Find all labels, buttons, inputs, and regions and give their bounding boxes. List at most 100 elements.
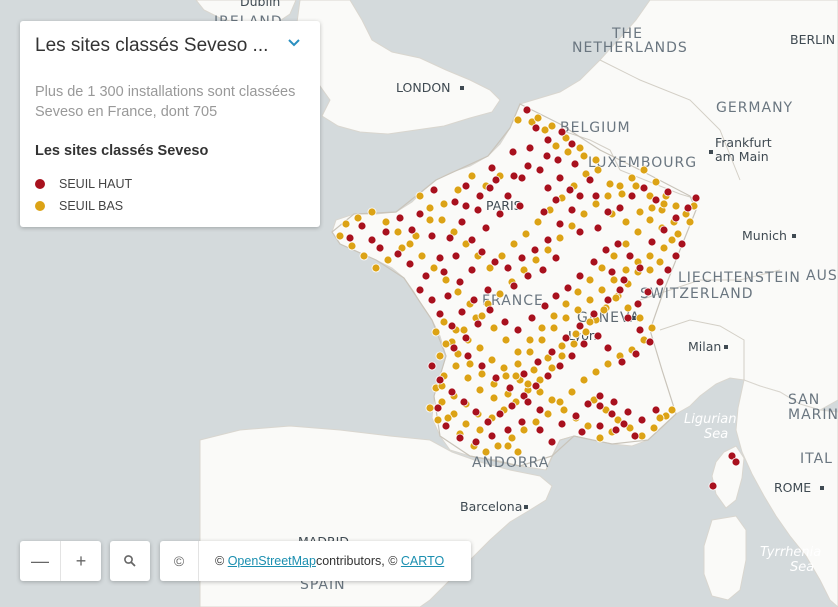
seveso-site-seuil-haut[interactable] (607, 267, 617, 277)
osm-link[interactable]: OpenStreetMap (228, 554, 316, 568)
seveso-site-seuil-haut[interactable] (522, 105, 532, 115)
seveso-site-seuil-haut[interactable] (500, 317, 510, 327)
seveso-site-seuil-haut[interactable] (708, 481, 718, 491)
seveso-site-seuil-bas[interactable] (335, 231, 345, 241)
seveso-site-seuil-bas[interactable] (547, 121, 557, 131)
seveso-site-seuil-haut[interactable] (547, 437, 557, 447)
seveso-site-seuil-haut[interactable] (567, 205, 577, 215)
seveso-site-seuil-haut[interactable] (427, 295, 437, 305)
seveso-site-seuil-bas[interactable] (561, 299, 571, 309)
seveso-site-seuil-haut[interactable] (677, 239, 687, 249)
seveso-site-seuil-bas[interactable] (467, 171, 477, 181)
seveso-site-seuil-bas[interactable] (591, 367, 601, 377)
seveso-site-seuil-haut[interactable] (565, 185, 575, 195)
seveso-site-seuil-haut[interactable] (459, 397, 469, 407)
seveso-site-seuil-bas[interactable] (415, 191, 425, 201)
seveso-site-seuil-haut[interactable] (495, 409, 505, 419)
seveso-site-seuil-bas[interactable] (359, 251, 369, 261)
seveso-site-seuil-bas[interactable] (463, 373, 473, 383)
seveso-site-seuil-haut[interactable] (543, 371, 553, 381)
seveso-site-seuil-haut[interactable] (655, 277, 665, 287)
seveso-site-seuil-bas[interactable] (655, 413, 665, 423)
seveso-site-seuil-bas[interactable] (557, 351, 567, 361)
carto-link[interactable]: CARTO (401, 554, 444, 568)
zoom-out-button[interactable]: — (20, 541, 60, 581)
seveso-site-seuil-bas[interactable] (511, 371, 521, 381)
seveso-site-seuil-haut[interactable] (505, 383, 515, 393)
seveso-site-seuil-haut[interactable] (535, 405, 545, 415)
seveso-site-seuil-bas[interactable] (435, 351, 445, 361)
seveso-site-seuil-bas[interactable] (557, 341, 567, 351)
seveso-site-seuil-bas[interactable] (571, 329, 581, 339)
seveso-site-seuil-bas[interactable] (597, 263, 607, 273)
seveso-site-seuil-bas[interactable] (645, 215, 655, 225)
seveso-site-seuil-haut[interactable] (683, 203, 693, 213)
seveso-site-seuil-bas[interactable] (603, 191, 613, 201)
seveso-site-seuil-haut[interactable] (509, 171, 519, 181)
seveso-site-seuil-bas[interactable] (585, 295, 595, 305)
seveso-site-seuil-bas[interactable] (477, 369, 487, 379)
seveso-site-seuil-bas[interactable] (477, 311, 487, 321)
seveso-site-seuil-bas[interactable] (667, 235, 677, 245)
seveso-site-seuil-haut[interactable] (517, 417, 527, 427)
chevron-down-icon[interactable] (286, 35, 302, 51)
seveso-site-seuil-bas[interactable] (425, 403, 435, 413)
seveso-site-seuil-haut[interactable] (490, 257, 500, 267)
seveso-site-seuil-haut[interactable] (405, 259, 415, 269)
seveso-site-seuil-haut[interactable] (457, 307, 467, 317)
seveso-site-seuil-bas[interactable] (599, 305, 609, 315)
seveso-site-seuil-haut[interactable] (517, 173, 527, 183)
zoom-in-button[interactable]: + (61, 541, 101, 581)
seveso-site-seuil-haut[interactable] (611, 425, 621, 435)
seveso-site-seuil-bas[interactable] (615, 181, 625, 191)
seveso-site-seuil-haut[interactable] (663, 265, 673, 275)
seveso-site-seuil-haut[interactable] (543, 235, 553, 245)
seveso-site-seuil-haut[interactable] (630, 431, 640, 441)
seveso-site-seuil-haut[interactable] (731, 457, 741, 467)
seveso-site-seuil-haut[interactable] (393, 249, 403, 259)
seveso-site-seuil-haut[interactable] (595, 421, 605, 431)
seveso-site-seuil-bas[interactable] (425, 203, 435, 213)
seveso-site-seuil-haut[interactable] (585, 175, 595, 185)
seveso-site-seuil-haut[interactable] (503, 263, 513, 273)
seveso-site-seuil-bas[interactable] (367, 207, 377, 217)
seveso-site-seuil-haut[interactable] (639, 183, 649, 193)
seveso-site-seuil-haut[interactable] (631, 349, 641, 359)
seveso-site-seuil-haut[interactable] (538, 265, 548, 275)
seveso-site-seuil-bas[interactable] (537, 323, 547, 333)
seveso-site-seuil-haut[interactable] (421, 271, 431, 281)
seveso-site-seuil-bas[interactable] (547, 363, 557, 373)
seveso-site-seuil-haut[interactable] (603, 295, 613, 305)
seveso-site-seuil-bas[interactable] (549, 323, 559, 333)
seveso-site-seuil-haut[interactable] (447, 321, 457, 331)
seveso-site-seuil-haut[interactable] (553, 155, 563, 165)
seveso-site-seuil-haut[interactable] (589, 257, 599, 267)
seveso-site-seuil-haut[interactable] (450, 197, 460, 207)
seveso-site-seuil-bas[interactable] (439, 199, 449, 209)
seveso-site-seuil-bas[interactable] (621, 265, 631, 275)
seveso-site-seuil-bas[interactable] (617, 189, 627, 199)
seveso-site-seuil-bas[interactable] (453, 185, 463, 195)
seveso-site-seuil-haut[interactable] (595, 401, 605, 411)
seveso-site-seuil-bas[interactable] (635, 207, 645, 217)
seveso-site-seuil-haut[interactable] (531, 381, 541, 391)
seveso-site-seuil-bas[interactable] (609, 251, 619, 261)
seveso-site-seuil-haut[interactable] (561, 333, 571, 343)
seveso-site-seuil-haut[interactable] (617, 357, 627, 367)
seveso-site-seuil-bas[interactable] (627, 173, 637, 183)
seveso-site-seuil-haut[interactable] (357, 221, 367, 231)
seveso-site-seuil-haut[interactable] (507, 401, 517, 411)
seveso-site-seuil-haut[interactable] (575, 227, 585, 237)
seveso-site-seuil-bas[interactable] (561, 313, 571, 323)
seveso-site-seuil-bas[interactable] (609, 275, 619, 285)
seveso-site-seuil-haut[interactable] (663, 187, 673, 197)
seveso-site-seuil-bas[interactable] (503, 441, 513, 451)
seveso-site-seuil-bas[interactable] (465, 359, 475, 369)
seveso-site-seuil-haut[interactable] (487, 163, 497, 173)
seveso-site-seuil-haut[interactable] (513, 325, 523, 335)
seveso-site-seuil-haut[interactable] (435, 375, 445, 385)
seveso-site-seuil-bas[interactable] (543, 245, 553, 255)
seveso-site-seuil-bas[interactable] (635, 313, 645, 323)
seveso-site-seuil-bas[interactable] (585, 317, 595, 327)
seveso-site-seuil-haut[interactable] (551, 253, 561, 263)
